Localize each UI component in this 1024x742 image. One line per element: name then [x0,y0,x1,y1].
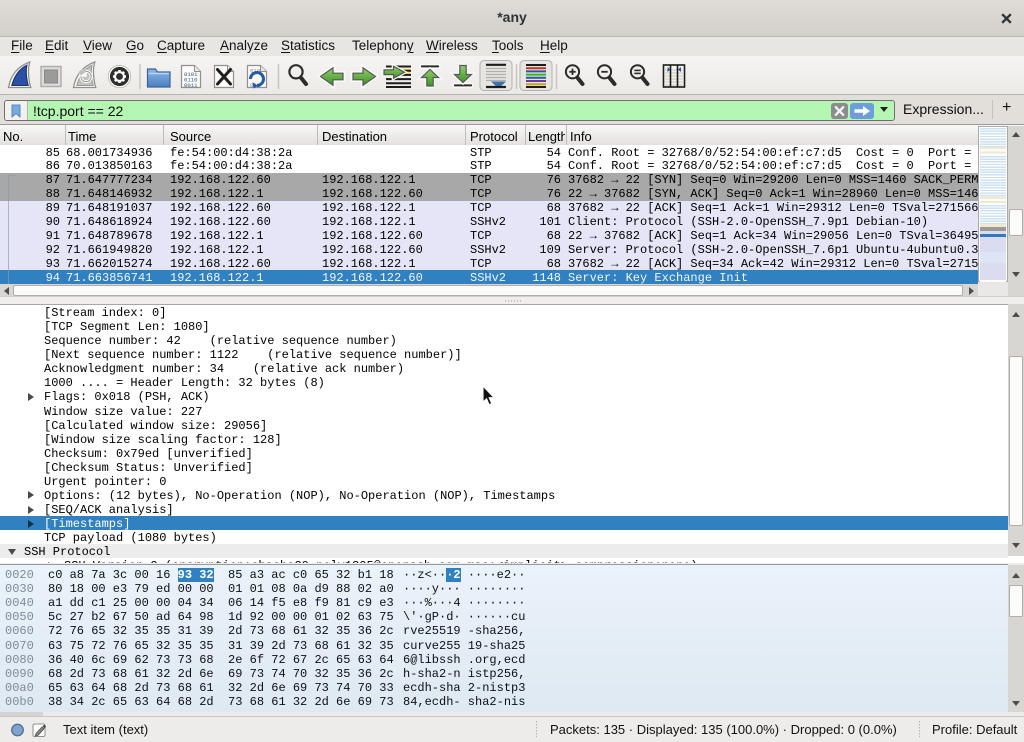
svg-text:0011: 0011 [184,82,198,89]
